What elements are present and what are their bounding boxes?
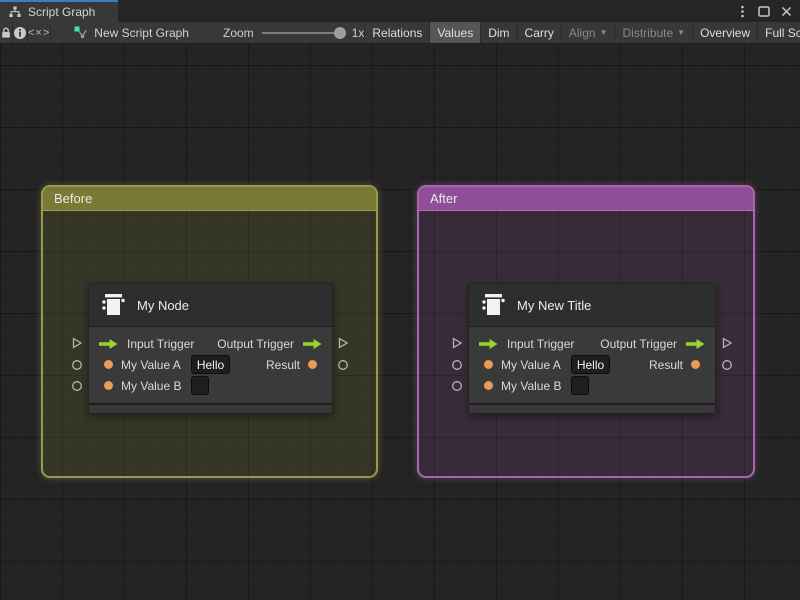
- values-button[interactable]: Values: [429, 22, 481, 43]
- maximize-icon[interactable]: [756, 3, 772, 19]
- graph-name-label: New Script Graph: [94, 25, 189, 40]
- lock-icon: [2, 27, 10, 38]
- outer-value-port-icon[interactable]: [71, 380, 83, 392]
- outer-flow-port-icon[interactable]: [721, 337, 733, 349]
- node-title: My Node: [137, 297, 190, 313]
- node-body: Input Trigger Output Trigger My Value A …: [89, 327, 332, 403]
- value-a-field[interactable]: Hello: [570, 355, 611, 374]
- value-b-field[interactable]: [571, 376, 590, 395]
- outer-value-port-icon[interactable]: [337, 359, 349, 371]
- node-footer: [469, 403, 715, 413]
- outer-flow-port-icon[interactable]: [451, 337, 463, 349]
- distribute-dropdown[interactable]: Distribute ▼: [614, 22, 692, 43]
- node-body: Input Trigger Output Trigger My Value A …: [469, 327, 715, 403]
- group-before-header[interactable]: Before: [43, 187, 376, 211]
- graph-name-button[interactable]: New Script Graph: [63, 22, 199, 43]
- zoom-value: 1x: [351, 25, 365, 40]
- outer-value-port-icon[interactable]: [451, 359, 463, 371]
- outer-value-port-icon[interactable]: [451, 380, 463, 392]
- code-view-button[interactable]: <×>: [28, 22, 52, 43]
- value-b-field[interactable]: [191, 376, 210, 395]
- zoom-slider[interactable]: [261, 26, 346, 39]
- value-input-port-icon[interactable]: [484, 360, 493, 369]
- info-button[interactable]: [13, 22, 28, 43]
- outer-flow-port-icon[interactable]: [71, 337, 83, 349]
- lock-button[interactable]: [0, 22, 13, 43]
- close-icon[interactable]: [778, 3, 794, 19]
- zoom-label: Zoom: [222, 25, 254, 40]
- relations-button[interactable]: Relations: [364, 22, 429, 43]
- graph-toolbar: <×> New Script Graph Zoom 1x Relations V…: [0, 22, 800, 44]
- window-controls: [734, 0, 800, 22]
- unit-node-icon: [482, 294, 505, 315]
- group-title: Before: [54, 191, 93, 206]
- node-title: My New Title: [517, 297, 592, 313]
- outer-value-port-icon[interactable]: [71, 359, 83, 371]
- dim-button[interactable]: Dim: [480, 22, 516, 43]
- info-icon: [14, 26, 26, 39]
- fullscreen-button[interactable]: Full Screen: [757, 22, 800, 43]
- value-a-field[interactable]: Hello: [190, 355, 231, 374]
- flow-input-port-icon[interactable]: [98, 338, 119, 350]
- script-graph-icon: [74, 26, 87, 39]
- node-my-new-title[interactable]: My New Title Input Trigger Output Trigge…: [468, 283, 716, 414]
- zoom-slider-knob[interactable]: [333, 26, 346, 39]
- outer-flow-port-icon[interactable]: [337, 337, 349, 349]
- zoom-slider-track[interactable]: [261, 31, 344, 34]
- tab-label: Script Graph: [28, 5, 96, 19]
- outer-value-port-icon[interactable]: [721, 359, 733, 371]
- align-dropdown[interactable]: Align ▼: [560, 22, 615, 43]
- flow-output-port-icon[interactable]: [685, 338, 706, 350]
- value-input-port-icon[interactable]: [104, 360, 113, 369]
- flow-input-port-icon[interactable]: [478, 338, 499, 350]
- toolbar-right-group: Relations Values Dim Carry Align ▼ Distr…: [364, 22, 800, 43]
- group-title: After: [430, 191, 458, 206]
- overview-button[interactable]: Overview: [692, 22, 757, 43]
- node-header[interactable]: My Node: [89, 284, 332, 327]
- chevron-down-icon: ▼: [677, 28, 686, 37]
- value-input-port-icon[interactable]: [484, 381, 493, 390]
- graph-canvas[interactable]: Before After My Node Input Trigger Outpu…: [0, 44, 800, 600]
- tab-script-graph[interactable]: Script Graph: [0, 0, 118, 22]
- value-output-port-icon[interactable]: [308, 360, 317, 369]
- unit-node-icon: [102, 294, 125, 315]
- script-graph-window: Script Graph <×> New Script Graph Zoom 1…: [0, 0, 800, 600]
- title-bar: Script Graph: [0, 0, 800, 22]
- menu-dots-icon[interactable]: [734, 3, 750, 19]
- carry-button[interactable]: Carry: [516, 22, 561, 43]
- node-my-node[interactable]: My Node Input Trigger Output Trigger My …: [88, 283, 333, 414]
- value-output-port-icon[interactable]: [691, 360, 700, 369]
- group-after-header[interactable]: After: [419, 187, 753, 211]
- zoom-control: Zoom 1x: [199, 22, 364, 43]
- graph-tab-icon: [9, 6, 21, 17]
- value-input-port-icon[interactable]: [104, 381, 113, 390]
- chevron-down-icon: ▼: [599, 28, 608, 37]
- node-header[interactable]: My New Title: [469, 284, 715, 327]
- flow-output-port-icon[interactable]: [302, 338, 323, 350]
- node-footer: [89, 403, 332, 413]
